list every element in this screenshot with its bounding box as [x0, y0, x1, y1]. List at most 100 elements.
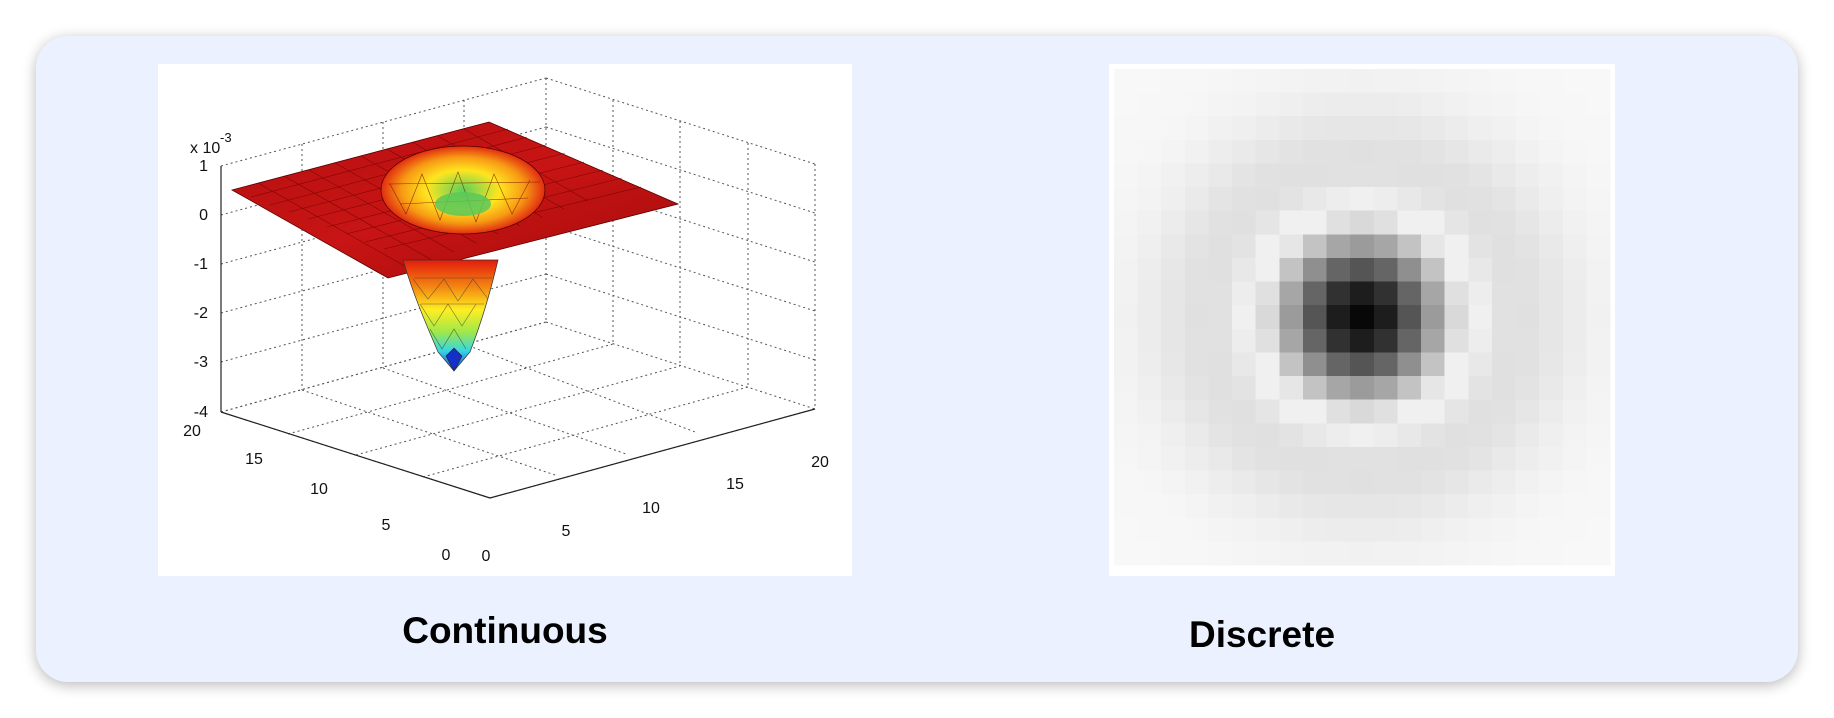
kernel-pixel	[1208, 423, 1233, 448]
kernel-pixel	[1468, 446, 1493, 472]
kernel-pixel	[1421, 139, 1446, 165]
kernel-pixel	[1161, 139, 1186, 165]
kernel-pixel	[1302, 92, 1328, 117]
kernel-pixel	[1491, 541, 1517, 566]
kernel-pixel	[1114, 541, 1139, 566]
kernel-pixel	[1255, 139, 1280, 165]
kernel-pixel	[1114, 92, 1139, 117]
kernel-pixel	[1373, 470, 1399, 495]
kernel-pixel	[1137, 139, 1162, 165]
kernel-pixel	[1255, 210, 1280, 235]
kernel-pixel	[1515, 281, 1540, 306]
kernel-pixel	[1444, 376, 1469, 401]
kernel-pixel	[1302, 494, 1328, 519]
kernel-pixel	[1184, 423, 1210, 448]
kernel-pixel	[1562, 163, 1587, 188]
kernel-pixel	[1350, 281, 1375, 306]
kernel-pixel	[1491, 446, 1517, 472]
kernel-pixel	[1444, 423, 1469, 448]
kernel-pixel	[1279, 234, 1304, 259]
kernel-pixel	[1255, 234, 1280, 259]
kernel-pixel	[1350, 187, 1375, 212]
kernel-pixel	[1326, 328, 1351, 354]
kernel-pixel	[1279, 399, 1304, 424]
kernel-pixel	[1302, 234, 1328, 259]
kernel-pixel	[1255, 541, 1280, 566]
kernel-pixel	[1208, 116, 1233, 141]
kernel-pixel	[1114, 69, 1139, 94]
kernel-pixel	[1114, 423, 1139, 448]
kernel-pixel	[1539, 163, 1564, 188]
kernel-pixel	[1491, 470, 1517, 495]
kernel-pixel	[1279, 139, 1304, 165]
kernel-pixel	[1515, 139, 1540, 165]
kernel-pixel	[1161, 494, 1186, 519]
kernel-pixel	[1184, 352, 1210, 377]
kernel-pixel	[1468, 305, 1493, 330]
kernel-pixel	[1397, 139, 1422, 165]
kernel-pixel	[1562, 210, 1587, 235]
kernel-pixel	[1373, 399, 1399, 424]
kernel-pixel	[1586, 187, 1611, 212]
kernel-pixel	[1468, 187, 1493, 212]
kernel-pixel	[1184, 163, 1210, 188]
kernel-pixel	[1350, 305, 1375, 330]
kernel-pixel	[1515, 470, 1540, 495]
kernel-pixel	[1539, 210, 1564, 235]
kernel-pixel	[1515, 517, 1540, 542]
kernel-pixel	[1114, 257, 1139, 283]
kernel-pixel	[1326, 423, 1351, 448]
kernel-pixel	[1184, 305, 1210, 330]
kernel-pixel	[1255, 257, 1280, 283]
kernel-pixel	[1586, 305, 1611, 330]
kernel-pixel	[1184, 116, 1210, 141]
kernel-pixel	[1350, 517, 1375, 542]
z-tick-label: -2	[194, 305, 208, 322]
kernel-pixel	[1184, 446, 1210, 472]
z-tick-label: -4	[194, 404, 208, 421]
kernel-pixel	[1539, 187, 1564, 212]
kernel-pixel	[1184, 139, 1210, 165]
kernel-pixel	[1114, 210, 1139, 235]
kernel-pixel	[1279, 281, 1304, 306]
kernel-pixel	[1539, 352, 1564, 377]
kernel-pixel	[1444, 541, 1469, 566]
kernel-pixel	[1279, 116, 1304, 141]
kernel-pixel	[1302, 376, 1328, 401]
kernel-pixel	[1562, 399, 1587, 424]
kernel-pixel	[1562, 470, 1587, 495]
kernel-pixel	[1232, 399, 1257, 424]
kernel-pixel	[1491, 139, 1517, 165]
y-tick-label: 10	[310, 481, 328, 498]
kernel-pixel	[1515, 234, 1540, 259]
kernel-pixel	[1491, 423, 1517, 448]
kernel-pixel	[1279, 517, 1304, 542]
kernel-pixel	[1161, 446, 1186, 472]
kernel-pixel	[1562, 423, 1587, 448]
kernel-pixel	[1232, 163, 1257, 188]
kernel-pixel	[1539, 517, 1564, 542]
kernel-pixel	[1468, 69, 1493, 94]
kernel-pixel	[1444, 139, 1469, 165]
kernel-pixel	[1539, 470, 1564, 495]
kernel-pixel	[1586, 517, 1611, 542]
kernel-pixel	[1326, 446, 1351, 472]
kernel-pixel	[1279, 210, 1304, 235]
kernel-pixel	[1586, 257, 1611, 283]
kernel-pixel	[1302, 163, 1328, 188]
kernel-pixel	[1255, 92, 1280, 117]
kernel-pixel	[1562, 234, 1587, 259]
z-tick-label: 1	[199, 158, 208, 175]
kernel-pixel	[1586, 494, 1611, 519]
kernel-pixel	[1326, 116, 1351, 141]
kernel-pixel	[1350, 494, 1375, 519]
kernel-pixel	[1184, 69, 1210, 94]
kernel-pixel	[1397, 494, 1422, 519]
kernel-pixel	[1468, 470, 1493, 495]
kernel-pixel	[1255, 163, 1280, 188]
kernel-pixel	[1350, 541, 1375, 566]
kernel-pixel	[1373, 139, 1399, 165]
kernel-pixel	[1232, 234, 1257, 259]
discrete-caption: Discrete	[1188, 614, 1336, 655]
kernel-pixel	[1491, 69, 1517, 94]
